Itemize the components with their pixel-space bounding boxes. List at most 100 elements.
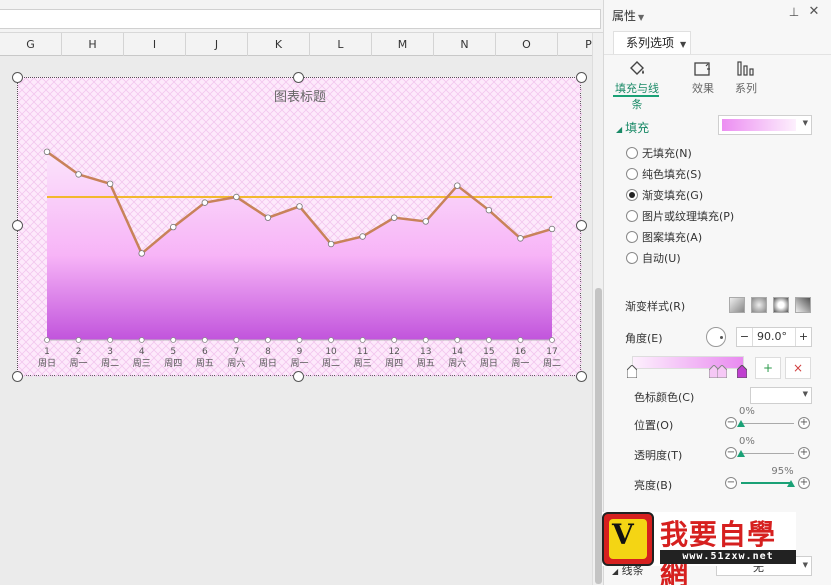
radio-button[interactable]	[626, 147, 638, 159]
column-header-h[interactable]: H	[62, 33, 124, 56]
data-point[interactable]	[359, 233, 366, 240]
minus-icon[interactable]: −	[725, 477, 737, 489]
data-point[interactable]	[422, 218, 429, 225]
plus-icon[interactable]: +	[798, 477, 810, 489]
stop-color-picker[interactable]: ▼	[750, 387, 812, 404]
formula-input[interactable]	[0, 9, 601, 29]
axis-handle[interactable]	[359, 337, 366, 343]
fill-option-0[interactable]: 无填充(N)	[626, 146, 692, 162]
plus-icon[interactable]: +	[798, 417, 810, 429]
slider-track[interactable]	[741, 423, 794, 424]
resize-handle-right[interactable]	[576, 220, 587, 231]
data-point[interactable]	[43, 148, 51, 156]
axis-handle[interactable]	[328, 337, 334, 343]
axis-handle[interactable]	[517, 337, 524, 343]
gradient-style-radial[interactable]	[751, 297, 767, 313]
data-point[interactable]	[75, 171, 82, 178]
axis-handle[interactable]	[296, 337, 303, 343]
column-header-m[interactable]: M	[372, 33, 434, 56]
fill-option-1[interactable]: 纯色填充(S)	[626, 167, 702, 183]
fill-gradient-dropdown[interactable]: ▼	[718, 115, 812, 135]
fill-option-4[interactable]: 图案填充(A)	[626, 230, 702, 246]
fill-section-toggle[interactable]: ◢ 填充	[616, 119, 649, 136]
radio-button[interactable]	[626, 210, 638, 222]
column-header-g[interactable]: G	[0, 33, 62, 56]
axis-handle[interactable]	[233, 337, 240, 343]
minus-icon[interactable]: −	[725, 417, 737, 429]
axis-handle[interactable]	[107, 337, 114, 343]
minus-icon[interactable]: −	[737, 328, 753, 346]
angle-stepper[interactable]: − 90.0° +	[736, 327, 812, 347]
resize-handle-left[interactable]	[12, 220, 23, 231]
axis-handle[interactable]	[422, 337, 429, 343]
gradient-style-rect[interactable]	[773, 297, 789, 313]
gradient-stop-handle[interactable]	[717, 365, 727, 378]
gradient-stops-bar[interactable]	[632, 356, 744, 369]
slider-track[interactable]	[741, 483, 794, 484]
transparency-slider[interactable]: − 0% +	[725, 436, 813, 461]
resize-handle-top-right[interactable]	[576, 72, 587, 83]
pin-icon[interactable]: ⊥	[787, 5, 801, 19]
data-point[interactable]	[170, 223, 177, 231]
gradient-stop-handle[interactable]	[737, 365, 747, 378]
column-header-l[interactable]: L	[310, 33, 372, 56]
axis-handle[interactable]	[44, 337, 50, 343]
axis-handle[interactable]	[485, 337, 492, 343]
axis-handle[interactable]	[454, 337, 461, 343]
axis-handle[interactable]	[549, 337, 555, 343]
radio-button[interactable]	[626, 189, 638, 201]
tab-series[interactable]: 系列	[719, 58, 773, 98]
brightness-slider[interactable]: − 95% +	[725, 466, 813, 491]
slider-thumb[interactable]	[737, 450, 745, 457]
data-point[interactable]	[327, 240, 335, 248]
resize-handle-bottom-left[interactable]	[12, 371, 23, 382]
slider-thumb[interactable]	[737, 420, 745, 427]
series-options-dropdown[interactable]: 系列选项 ▼	[613, 31, 691, 54]
data-point[interactable]	[138, 250, 145, 257]
fill-option-2[interactable]: 渐变填充(G)	[626, 188, 703, 204]
resize-handle-top-left[interactable]	[12, 72, 23, 83]
axis-handle[interactable]	[75, 337, 82, 343]
axis-handle[interactable]	[138, 337, 145, 343]
data-point[interactable]	[264, 214, 272, 221]
plus-icon[interactable]: +	[795, 328, 811, 346]
fill-option-3[interactable]: 图片或纹理填充(P)	[626, 209, 734, 225]
resize-handle-top[interactable]	[293, 72, 304, 83]
radio-button[interactable]	[626, 252, 638, 264]
data-point[interactable]	[201, 199, 209, 206]
axis-handle[interactable]	[201, 337, 208, 343]
column-header-n[interactable]: N	[434, 33, 496, 56]
resize-handle-bottom[interactable]	[293, 371, 304, 382]
axis-handle[interactable]	[170, 337, 177, 343]
vertical-scrollbar[interactable]	[592, 33, 603, 585]
plus-icon[interactable]: +	[798, 447, 810, 459]
data-point[interactable]	[485, 206, 493, 214]
gradient-style-path[interactable]	[795, 297, 811, 313]
gradient-stop-handle[interactable]	[627, 365, 637, 378]
radio-button[interactable]	[626, 168, 638, 180]
data-point[interactable]	[548, 225, 556, 233]
data-point[interactable]	[233, 193, 240, 201]
data-point[interactable]	[517, 235, 524, 242]
fill-option-5[interactable]: 自动(U)	[626, 251, 681, 267]
column-header-i[interactable]: I	[124, 33, 186, 56]
scrollbar-thumb[interactable]	[595, 288, 602, 584]
chart-title[interactable]: 图表标题	[274, 90, 326, 105]
column-header-k[interactable]: K	[248, 33, 310, 56]
add-stop-button[interactable]: +	[755, 357, 781, 379]
angle-dial[interactable]	[706, 327, 726, 347]
remove-stop-button[interactable]: ×	[785, 357, 811, 379]
position-slider[interactable]: − 0% +	[725, 406, 813, 431]
column-header-j[interactable]: J	[186, 33, 248, 56]
column-header-o[interactable]: O	[496, 33, 558, 56]
gradient-style-linear[interactable]	[729, 297, 745, 313]
data-point[interactable]	[296, 203, 303, 210]
resize-handle-bottom-right[interactable]	[576, 371, 587, 382]
data-point[interactable]	[106, 180, 114, 188]
slider-track[interactable]	[741, 453, 794, 454]
radio-button[interactable]	[626, 231, 638, 243]
tab-fill-line[interactable]: 填充与线条	[610, 58, 664, 111]
axis-handle[interactable]	[391, 337, 398, 343]
axis-handle[interactable]	[265, 337, 271, 343]
data-point[interactable]	[454, 182, 461, 189]
